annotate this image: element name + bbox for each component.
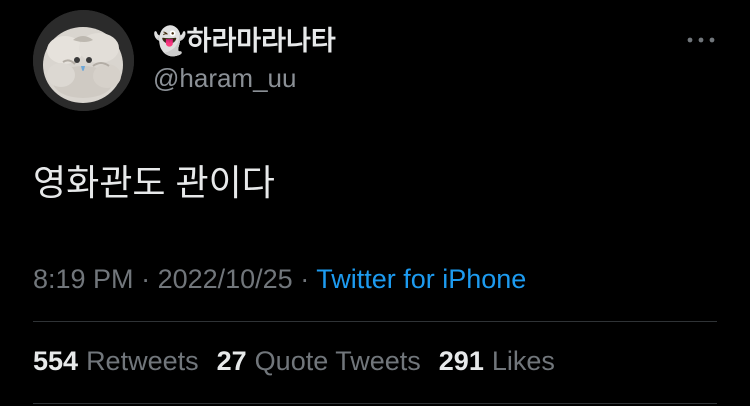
retweets-label: Retweets [86,346,199,376]
tweet-metadata: 8:19 PM · 2022/10/25 · Twitter for iPhon… [33,262,526,296]
quote-tweets-count: 27 [216,346,247,376]
likes-stat[interactable]: 291 Likes [439,344,555,378]
divider [33,403,717,404]
more-horizontal-icon[interactable] [686,30,716,50]
tweet-time[interactable]: 8:19 PM [33,264,134,294]
divider [33,321,717,322]
likes-label: Likes [491,346,555,376]
quote-tweets-stat[interactable]: 27 Quote Tweets [217,344,421,378]
display-name[interactable]: 👻하라마라나타 [153,24,336,58]
tweet-detail: 👻하라마라나타 @haram_uu 영화관도 관이다 8:19 PM · 202… [0,0,750,406]
avatar[interactable] [33,10,134,111]
user-handle[interactable]: @haram_uu [153,62,296,94]
likes-count: 291 [438,346,484,376]
retweets-count: 554 [33,346,79,376]
tweet-text: 영화관도 관이다 [33,162,275,203]
retweets-stat[interactable]: 554 Retweets [33,344,199,378]
meta-separator: · [292,264,317,294]
meta-separator: · [133,264,158,294]
engagement-stats: 554 Retweets 27 Quote Tweets 291 Likes [33,344,573,378]
quote-tweets-label: Quote Tweets [254,346,421,376]
tweet-date[interactable]: 2022/10/25 [158,264,293,294]
tweet-source-link[interactable]: Twitter for iPhone [316,264,526,294]
